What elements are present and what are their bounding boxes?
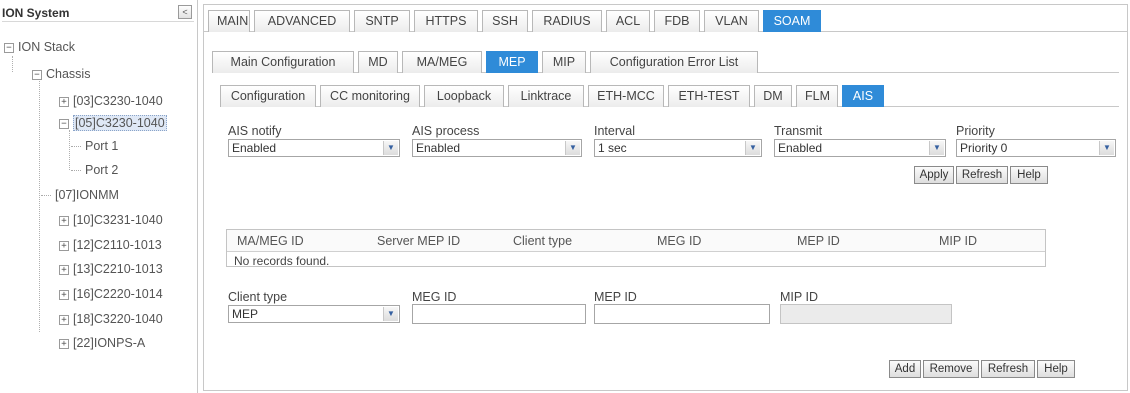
soam-sub-tab-bar: Main Configuration MD MA/MEG MEP MIP Con… <box>212 49 1119 73</box>
tab-mep[interactable]: MEP <box>486 51 538 73</box>
meg-id-input[interactable] <box>412 304 586 324</box>
ais-notify-select[interactable]: Enabled ▼ <box>228 139 400 157</box>
tab-main[interactable]: MAIN <box>208 10 250 32</box>
refresh-button[interactable]: Refresh <box>956 166 1008 184</box>
tree-node-port-2[interactable]: Port 2 <box>71 161 118 179</box>
tree-connector <box>69 130 70 170</box>
chevron-down-icon: ▼ <box>745 141 760 155</box>
tree-connector <box>12 56 13 72</box>
tree-node-slot-07[interactable]: [07]IONMM <box>41 186 119 204</box>
tree-header: ION System < <box>2 4 194 22</box>
interval-label: Interval <box>594 124 635 138</box>
tab-ais[interactable]: AIS <box>842 85 884 107</box>
chevron-down-icon: ▼ <box>1099 141 1114 155</box>
tab-main-configuration[interactable]: Main Configuration <box>212 51 354 73</box>
refresh-button[interactable]: Refresh <box>981 360 1035 378</box>
tree-connector <box>39 76 40 332</box>
table-header: MA/MEG ID Server MEP ID Client type MEG … <box>227 230 1045 252</box>
mep-id-label: MEP ID <box>594 290 637 304</box>
client-type-label: Client type <box>228 290 288 304</box>
tab-https[interactable]: HTTPS <box>414 10 478 32</box>
tree-node-ion-stack[interactable]: − ION Stack <box>4 38 75 56</box>
remove-button[interactable]: Remove <box>923 360 979 378</box>
tab-ma-meg[interactable]: MA/MEG <box>402 51 482 73</box>
mip-id-label: MIP ID <box>780 290 818 304</box>
expand-icon[interactable]: + <box>59 314 69 325</box>
column-header-mip-id[interactable]: MIP ID <box>939 234 977 248</box>
tab-mip[interactable]: MIP <box>542 51 586 73</box>
column-header-meg-id[interactable]: MEG ID <box>657 234 701 248</box>
chevron-down-icon: ▼ <box>929 141 944 155</box>
tab-loopback[interactable]: Loopback <box>424 85 504 107</box>
chevron-down-icon: ▼ <box>383 141 398 155</box>
column-header-server-mep-id[interactable]: Server MEP ID <box>377 234 460 248</box>
collapse-icon[interactable]: − <box>4 42 14 53</box>
expand-icon[interactable]: + <box>59 240 69 251</box>
tab-eth-mcc[interactable]: ETH-MCC <box>588 85 664 107</box>
main-content: MAIN ADVANCED SNTP HTTPS SSH RADIUS ACL … <box>203 4 1128 391</box>
tree-panel: ION System < − ION Stack − Chassis + [03]C3… <box>0 0 198 393</box>
meg-id-label: MEG ID <box>412 290 457 304</box>
help-button[interactable]: Help <box>1037 360 1075 378</box>
ais-process-label: AIS process <box>412 124 480 138</box>
tab-flm[interactable]: FLM <box>796 85 838 107</box>
apply-button[interactable]: Apply <box>914 166 954 184</box>
column-header-client-type[interactable]: Client type <box>513 234 572 248</box>
expand-icon[interactable]: + <box>59 289 69 300</box>
tab-configuration-error-list[interactable]: Configuration Error List <box>590 51 758 73</box>
tree-node-slot-05[interactable]: − [05]C3230-1040 <box>59 114 167 132</box>
tab-linktrace[interactable]: Linktrace <box>508 85 584 107</box>
collapse-icon[interactable]: − <box>32 69 42 80</box>
tab-soam[interactable]: SOAM <box>763 10 821 32</box>
tab-fdb[interactable]: FDB <box>654 10 700 32</box>
chevron-down-icon: ▼ <box>565 141 580 155</box>
tab-md[interactable]: MD <box>358 51 398 73</box>
client-type-select[interactable]: MEP ▼ <box>228 305 400 323</box>
collapse-panel-button[interactable]: < <box>178 5 192 19</box>
tree-node-slot-18[interactable]: + [18]C3220-1040 <box>59 310 163 328</box>
ais-notify-label: AIS notify <box>228 124 282 138</box>
top-tab-bar: MAIN ADVANCED SNTP HTTPS SSH RADIUS ACL … <box>204 8 1127 32</box>
ais-records-table: MA/MEG ID Server MEP ID Client type MEG … <box>226 229 1046 268</box>
tab-cc-monitoring[interactable]: CC monitoring <box>320 85 420 107</box>
priority-label: Priority <box>956 124 995 138</box>
column-header-ma-meg-id[interactable]: MA/MEG ID <box>237 234 304 248</box>
tree-node-slot-22[interactable]: + [22]IONPS-A <box>59 334 145 352</box>
tree-node-slot-13[interactable]: + [13]C2210-1013 <box>59 260 163 278</box>
expand-icon[interactable]: + <box>59 215 69 226</box>
transmit-select[interactable]: Enabled ▼ <box>774 139 946 157</box>
expand-icon[interactable]: + <box>59 338 69 349</box>
add-button[interactable]: Add <box>889 360 921 378</box>
empty-table-message: No records found. <box>234 254 330 268</box>
tab-eth-test[interactable]: ETH-TEST <box>668 85 750 107</box>
interval-select[interactable]: 1 sec ▼ <box>594 139 762 157</box>
tab-vlan[interactable]: VLAN <box>704 10 759 32</box>
ais-process-select[interactable]: Enabled ▼ <box>412 139 582 157</box>
tree-node-slot-03[interactable]: + [03]C3230-1040 <box>59 92 163 110</box>
tree-node-slot-10[interactable]: + [10]C3231-1040 <box>59 211 163 229</box>
tab-advanced[interactable]: ADVANCED <box>254 10 350 32</box>
expand-icon[interactable]: + <box>59 264 69 275</box>
chevron-down-icon: ▼ <box>383 307 398 321</box>
mep-id-input[interactable] <box>594 304 770 324</box>
tab-dm[interactable]: DM <box>754 85 792 107</box>
mip-id-input <box>780 304 952 324</box>
tab-configuration[interactable]: Configuration <box>220 85 316 107</box>
mep-tab-bar: Configuration CC monitoring Loopback Lin… <box>220 83 1119 107</box>
transmit-label: Transmit <box>774 124 823 138</box>
tree-node-chassis[interactable]: − Chassis <box>32 65 90 83</box>
tree-title: ION System <box>2 6 70 20</box>
tab-acl[interactable]: ACL <box>606 10 650 32</box>
tree-node-port-1[interactable]: Port 1 <box>71 137 118 155</box>
help-button[interactable]: Help <box>1010 166 1048 184</box>
expand-icon[interactable]: + <box>59 96 69 107</box>
tree-node-slot-16[interactable]: + [16]C2220-1014 <box>59 285 163 303</box>
tab-ssh[interactable]: SSH <box>482 10 528 32</box>
tree-node-slot-12[interactable]: + [12]C2110-1013 <box>59 236 162 254</box>
column-header-mep-id[interactable]: MEP ID <box>797 234 840 248</box>
tab-radius[interactable]: RADIUS <box>532 10 602 32</box>
collapse-icon[interactable]: − <box>59 118 69 129</box>
tab-sntp[interactable]: SNTP <box>354 10 410 32</box>
priority-select[interactable]: Priority 0 ▼ <box>956 139 1116 157</box>
